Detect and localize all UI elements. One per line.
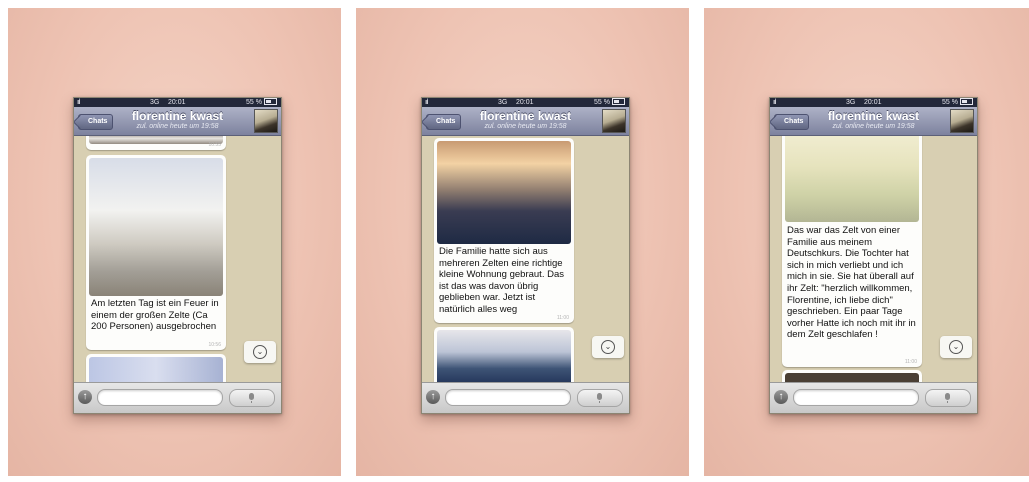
- attach-icon[interactable]: ↑: [774, 390, 788, 404]
- scroll-down-button[interactable]: ⌄: [244, 341, 276, 363]
- message-photo[interactable]: [785, 373, 919, 382]
- microphone-icon: [597, 393, 602, 403]
- message-photo[interactable]: [437, 141, 571, 244]
- contact-name[interactable]: florentine kwast: [770, 109, 977, 123]
- chevron-down-icon: ⌄: [949, 340, 963, 354]
- input-bar: ↑: [74, 382, 281, 413]
- avatar[interactable]: [254, 109, 278, 133]
- photo-panel-1: ııl 3G 20:01 55 % Chats florentine kwast…: [8, 8, 341, 476]
- photo-panel-3: ııl 3G 20:01 55 % Chats florentine kwast…: [704, 8, 1029, 476]
- microphone-icon: [945, 393, 950, 403]
- attach-icon[interactable]: ↑: [78, 390, 92, 404]
- battery-icon: [960, 98, 973, 105]
- phone-screen: ııl 3G 20:01 55 % Chats florentine kwast…: [73, 97, 282, 414]
- contact-last-seen: zul. online heute um 19:58: [136, 123, 219, 130]
- photo-panel-2: ııl 3G 20:01 55 % Chats florentine kwast…: [356, 8, 689, 476]
- avatar[interactable]: [950, 109, 974, 133]
- message-image-bubble[interactable]: [86, 354, 226, 382]
- message-image-caption-bubble[interactable]: Die Familie hatte sich aus mehreren Zelt…: [434, 138, 574, 323]
- message-list[interactable]: Die Familie hatte sich aus mehreren Zelt…: [422, 136, 629, 382]
- chevron-down-icon: ⌄: [601, 340, 615, 354]
- network-type: 3G: [498, 99, 508, 106]
- scroll-down-button[interactable]: ⌄: [940, 336, 972, 358]
- contact-last-seen: zul. online heute um 19:58: [484, 123, 567, 130]
- chevron-down-icon: ⌄: [253, 345, 267, 359]
- message-photo[interactable]: [89, 136, 223, 144]
- chat-header: Chats florentine kwast zul. online heute…: [422, 107, 629, 136]
- microphone-icon: [249, 393, 254, 403]
- clock: 20:01: [168, 99, 186, 106]
- message-image-bubble[interactable]: [434, 327, 574, 382]
- phone-screen: ııl 3G 20:01 55 % Chats florentine kwast…: [769, 97, 978, 414]
- status-bar: ııl 3G 20:01 55 %: [74, 98, 281, 107]
- network-type: 3G: [846, 99, 856, 106]
- message-text: Das war das Zelt von einer Familie aus m…: [787, 225, 916, 341]
- message-photo[interactable]: [437, 330, 571, 382]
- phone-screen: ııl 3G 20:01 55 % Chats florentine kwast…: [421, 97, 630, 414]
- battery-status: 55 %: [246, 98, 277, 107]
- message-input[interactable]: [97, 389, 223, 406]
- message-timestamp: 10:56: [208, 342, 221, 348]
- voice-record-button[interactable]: [577, 389, 623, 407]
- message-image-bubble[interactable]: 10:55: [86, 136, 226, 150]
- clock: 20:01: [516, 99, 534, 106]
- input-bar: ↑: [770, 382, 977, 413]
- battery-status: 55 %: [594, 98, 625, 107]
- battery-percent: 55 %: [594, 99, 610, 106]
- network-type: 3G: [150, 99, 160, 106]
- battery-status: 55 %: [942, 98, 973, 107]
- voice-record-button[interactable]: [925, 389, 971, 407]
- message-image-bubble[interactable]: [782, 370, 922, 382]
- chat-header: Chats florentine kwast zul. online heute…: [770, 107, 977, 136]
- message-input[interactable]: [793, 389, 919, 406]
- attach-icon[interactable]: ↑: [426, 390, 440, 404]
- message-timestamp: 11:00: [904, 359, 917, 365]
- chat-header: Chats florentine kwast zul. online heute…: [74, 107, 281, 136]
- message-image-caption-bubble[interactable]: Das war das Zelt von einer Familie aus m…: [782, 136, 922, 367]
- battery-percent: 55 %: [246, 99, 262, 106]
- message-input[interactable]: [445, 389, 571, 406]
- voice-record-button[interactable]: [229, 389, 275, 407]
- input-bar: ↑: [422, 382, 629, 413]
- message-text: Am letzten Tag ist ein Feuer in einem de…: [91, 298, 219, 333]
- signal-icon: ııl: [425, 99, 429, 106]
- signal-icon: ııl: [773, 99, 777, 106]
- message-timestamp: 10:55: [208, 142, 221, 148]
- message-timestamp: 11:00: [556, 315, 569, 321]
- contact-name[interactable]: florentine kwast: [74, 109, 281, 123]
- signal-icon: ııl: [77, 99, 81, 106]
- battery-icon: [264, 98, 277, 105]
- message-photo[interactable]: [785, 136, 919, 222]
- battery-icon: [612, 98, 625, 105]
- clock: 20:01: [864, 99, 882, 106]
- scroll-down-button[interactable]: ⌄: [592, 336, 624, 358]
- contact-name[interactable]: florentine kwast: [422, 109, 629, 123]
- message-list[interactable]: 10:55 Am letzten Tag ist ein Feuer in ei…: [74, 136, 281, 382]
- status-bar: ııl 3G 20:01 55 %: [422, 98, 629, 107]
- message-text: Die Familie hatte sich aus mehreren Zelt…: [439, 246, 564, 315]
- message-list[interactable]: Das war das Zelt von einer Familie aus m…: [770, 136, 977, 382]
- message-image-caption-bubble[interactable]: Am letzten Tag ist ein Feuer in einem de…: [86, 155, 226, 350]
- battery-percent: 55 %: [942, 99, 958, 106]
- status-bar: ııl 3G 20:01 55 %: [770, 98, 977, 107]
- avatar[interactable]: [602, 109, 626, 133]
- message-photo[interactable]: [89, 357, 223, 382]
- message-photo[interactable]: [89, 158, 223, 296]
- contact-last-seen: zul. online heute um 19:58: [832, 123, 915, 130]
